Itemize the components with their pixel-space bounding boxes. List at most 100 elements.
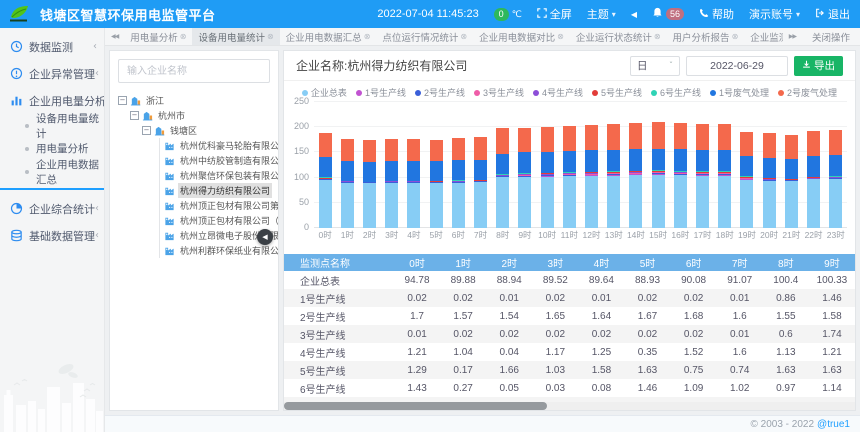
stacked-bar[interactable] (341, 139, 354, 228)
stacked-bar[interactable] (629, 123, 642, 228)
tree-company-row[interactable]: 杭州顶正包材有限公司第二工厂 (160, 198, 278, 213)
stacked-bar[interactable] (585, 125, 598, 228)
stacked-bar[interactable] (518, 128, 531, 228)
stacked-bar[interactable] (829, 130, 842, 228)
company-search-input[interactable] (118, 59, 270, 83)
tab-8[interactable]: 企业监测点数量统计报表⊗ (744, 28, 782, 45)
bar-segment (341, 161, 354, 181)
tab-6[interactable]: 企业运行状态统计⊗ (570, 28, 667, 45)
bar-segment (496, 128, 509, 154)
y-tick-label: 250 (294, 96, 309, 106)
stacked-bar[interactable] (319, 133, 332, 228)
legend-item-6[interactable]: 5号生产线 (592, 86, 642, 99)
bar-slot (714, 102, 736, 228)
stacked-bar[interactable] (541, 127, 554, 228)
legend-item-7[interactable]: 6号生产线 (651, 86, 701, 99)
chart-y-axis: 050100150200250 (288, 102, 314, 228)
stacked-bar[interactable] (696, 124, 709, 228)
logout-button[interactable]: 退出 (815, 6, 850, 22)
tree-company-row[interactable]: 杭州优科豪马轮胎有限公司 (160, 138, 278, 153)
horizontal-scrollbar[interactable] (284, 402, 855, 410)
notifications-button[interactable]: 56 (652, 7, 684, 21)
bar-segment (629, 175, 642, 228)
tab-2[interactable]: 设备用电量统计⊗ (192, 28, 279, 45)
help-button[interactable]: 帮助 (699, 6, 734, 22)
stacked-bar[interactable] (785, 135, 798, 228)
sidebar-item-5[interactable]: 基础数据管理‹ (0, 222, 104, 249)
value-cell: 0.01 (717, 325, 763, 343)
region-icon (142, 110, 153, 121)
legend-item-5[interactable]: 4号生产线 (533, 86, 583, 99)
fullscreen-button[interactable]: 全屏 (537, 6, 572, 22)
bar-segment (563, 151, 576, 172)
sidebar-subitem-1[interactable]: 设备用电量统计 (0, 114, 104, 137)
stacked-bar[interactable] (718, 124, 731, 228)
collapse-node-icon[interactable]: − (130, 111, 139, 120)
close-icon[interactable]: ⊗ (364, 32, 371, 41)
close-icon[interactable]: ⊗ (267, 32, 274, 41)
scroll-tabs-right-icon[interactable]: ▶▶ (783, 33, 802, 40)
tab-5[interactable]: 企业用电数据对比⊗ (473, 28, 570, 45)
period-select[interactable]: 日 ˇ (630, 56, 680, 76)
bar-segment (385, 183, 398, 228)
account-dropdown[interactable]: 演示账号 ▾ (749, 6, 800, 22)
collapse-node-icon[interactable]: − (118, 96, 127, 105)
legend-item-8[interactable]: 1号废气处理 (710, 86, 769, 99)
stacked-bar[interactable] (763, 133, 776, 228)
stacked-bar[interactable] (363, 140, 376, 228)
tree-region-row[interactable]: −钱塘区 (118, 123, 278, 138)
legend-item-3[interactable]: 2号生产线 (415, 86, 465, 99)
close-icon[interactable]: ⊗ (460, 32, 467, 41)
tree-region-row[interactable]: −杭州市 (118, 108, 278, 123)
stacked-bar[interactable] (430, 140, 443, 228)
tree-region-row[interactable]: −浙江 (118, 93, 278, 108)
stacked-bar[interactable] (452, 138, 465, 228)
tree-company-row[interactable]: 杭州中纺胶管制造有限公司 (160, 153, 278, 168)
x-tick-label: 20时 (758, 228, 780, 242)
value-cell: 1.03 (532, 361, 578, 379)
value-cell: 91.07 (717, 271, 763, 289)
tab-3[interactable]: 企业用电数据汇总⊗ (280, 28, 377, 45)
stacked-bar[interactable] (652, 122, 665, 228)
brand-link[interactable]: @true1 (817, 419, 850, 430)
stacked-bar[interactable] (474, 137, 487, 228)
tab-label: 企业运行状态统计 (576, 30, 652, 44)
date-picker[interactable]: 2022-06-29 (686, 56, 788, 76)
tree-company-row[interactable]: 杭州聚信环保包装有限公司 (160, 168, 278, 183)
legend-item-2[interactable]: 1号生产线 (356, 86, 406, 99)
export-button[interactable]: 导出 (794, 56, 843, 76)
close-icon[interactable]: ⊗ (557, 32, 564, 41)
stacked-bar[interactable] (740, 132, 753, 228)
legend-item-9[interactable]: 2号废气处理 (778, 86, 837, 99)
close-icon[interactable]: ⊗ (654, 32, 661, 41)
sidebar-item-1[interactable]: 数据监测‹ (0, 33, 104, 60)
collapse-announcement-icon[interactable]: ◀ (631, 10, 637, 19)
collapse-tree-button[interactable]: ◀ (257, 229, 273, 245)
tab-1[interactable]: 用电量分析⊗ (124, 28, 192, 45)
tree-company-row[interactable]: 杭州顶正包材有限公司（软包厂） (160, 213, 278, 228)
close-operations-dropdown[interactable]: 关闭操作 (802, 30, 860, 44)
scroll-tabs-left-icon[interactable]: ◀◀ (105, 33, 124, 40)
collapse-node-icon[interactable]: − (142, 126, 151, 135)
value-cell: 1.58 (809, 307, 855, 325)
tree-company-row[interactable]: 杭州利群环保纸业有限公司 (160, 243, 278, 258)
stacked-bar[interactable] (496, 128, 509, 228)
stacked-bar[interactable] (563, 126, 576, 228)
sidebar-item-2[interactable]: 企业异常管理‹ (0, 60, 104, 87)
theme-dropdown[interactable]: 主题 ▾ (587, 6, 616, 22)
legend-item-4[interactable]: 3号生产线 (474, 86, 524, 99)
stacked-bar[interactable] (674, 123, 687, 228)
stacked-bar[interactable] (407, 139, 420, 228)
bullet-icon (25, 124, 29, 128)
stacked-bar[interactable] (385, 139, 398, 228)
stacked-bar[interactable] (607, 124, 620, 228)
close-icon[interactable]: ⊗ (180, 32, 187, 41)
tree-company-row[interactable]: 杭州得力纺织有限公司 (160, 183, 278, 198)
tab-7[interactable]: 用户分析报告⊗ (667, 28, 745, 45)
stacked-bar[interactable] (807, 131, 820, 228)
sidebar-subitem-3[interactable]: 企业用电数据汇总 (0, 160, 104, 183)
tab-4[interactable]: 点位运行情况统计⊗ (376, 28, 473, 45)
sidebar-item-4[interactable]: 企业综合统计‹ (0, 195, 104, 222)
close-icon[interactable]: ⊗ (732, 32, 739, 41)
scrollbar-thumb[interactable] (284, 402, 547, 410)
